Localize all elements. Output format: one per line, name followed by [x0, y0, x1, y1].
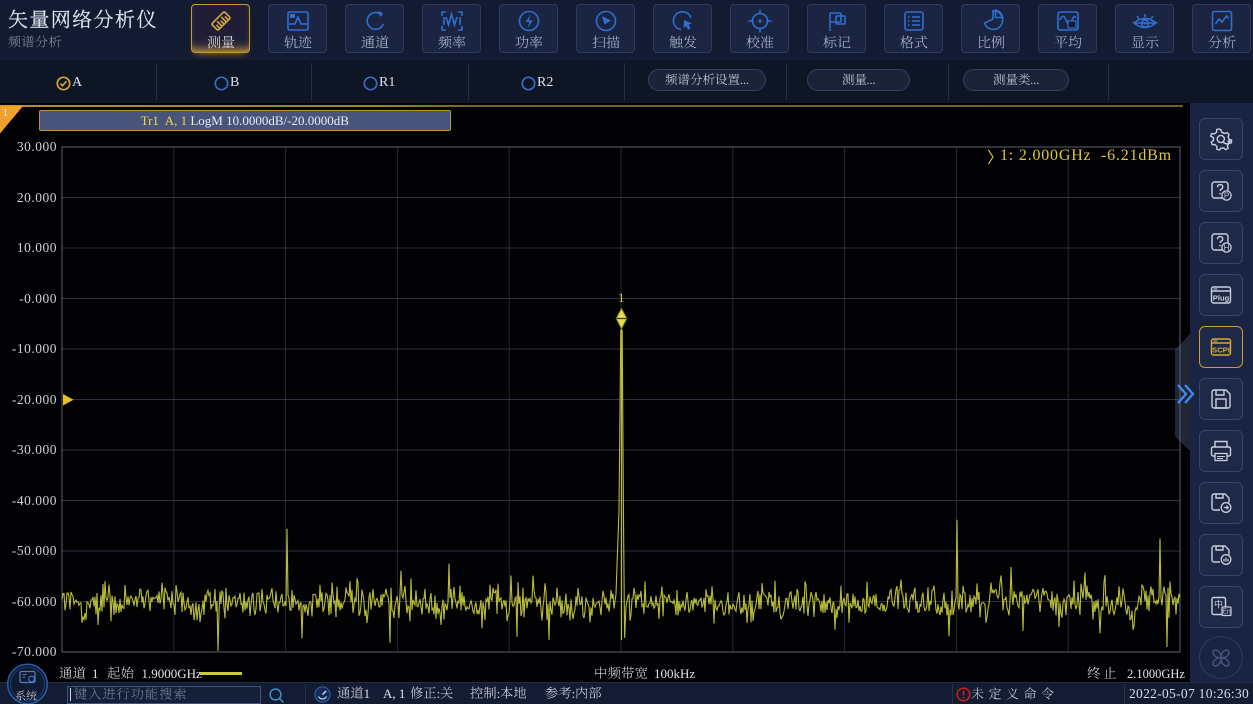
svg-text:SCPI: SCPI [1212, 346, 1230, 355]
svg-text:En: En [1222, 609, 1231, 616]
svg-text:P: P [1224, 191, 1229, 200]
svg-text:Plug: Plug [1213, 293, 1230, 302]
svg-text:H: H [1224, 243, 1230, 252]
svg-text:1: 1 [618, 290, 625, 305]
